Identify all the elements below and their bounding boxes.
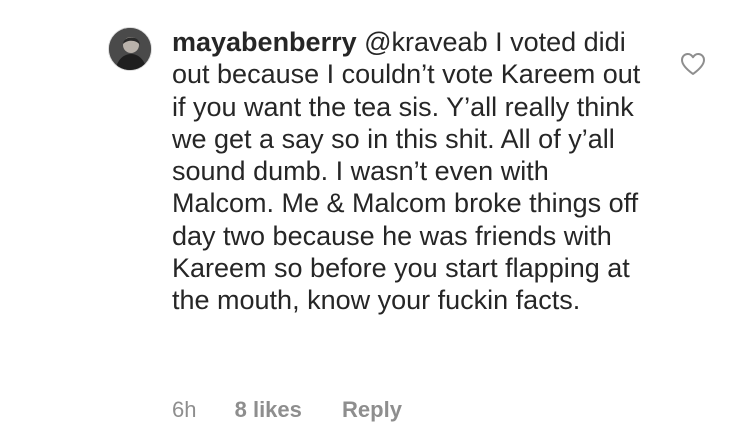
- comment-mention[interactable]: @kraveab: [364, 27, 487, 57]
- comment-timestamp: 6h: [172, 397, 197, 422]
- comment-username[interactable]: mayabenberry: [172, 27, 357, 57]
- comment-meta: 6h 8 likes Reply: [172, 396, 402, 424]
- comment-content: mayabenberry @kraveab I voted didi out b…: [172, 26, 652, 317]
- comment-text: I voted didi out because I couldn’t vote…: [172, 27, 641, 316]
- user-avatar[interactable]: [108, 27, 152, 71]
- heart-outline-icon[interactable]: [680, 52, 706, 76]
- reply-button[interactable]: Reply: [342, 396, 402, 424]
- comment-likes-count[interactable]: 8 likes: [235, 396, 302, 424]
- comment-item: mayabenberry @kraveab I voted didi out b…: [0, 0, 750, 440]
- avatar-image: [109, 28, 151, 70]
